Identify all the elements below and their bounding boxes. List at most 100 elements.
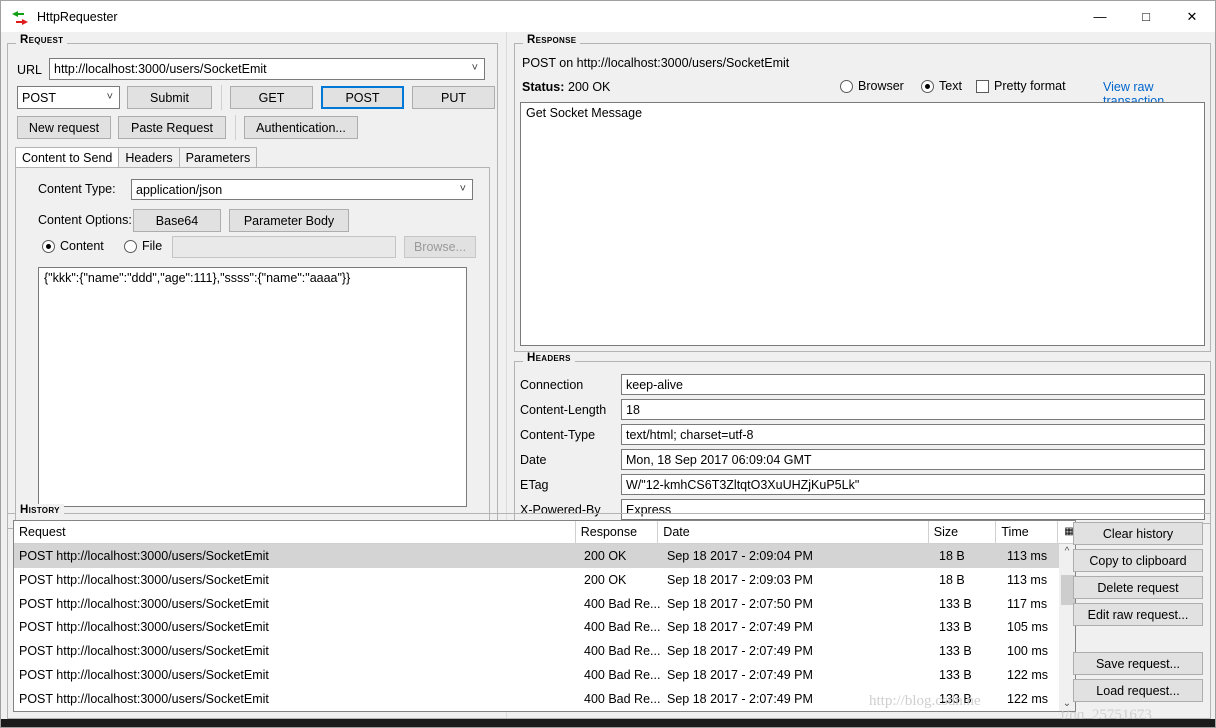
base64-button[interactable]: Base64 (133, 209, 221, 232)
close-button[interactable]: ✕ (1169, 1, 1215, 32)
cell-size: 133 B (939, 596, 972, 611)
tab-parameters[interactable]: Parameters (178, 147, 258, 168)
cell-request: POST http://localhost:3000/users/SocketE… (19, 548, 269, 563)
checkbox-icon (976, 79, 989, 93)
paste-request-button[interactable]: Paste Request (118, 116, 226, 139)
header-value[interactable]: W/"12-kmhCS6T3ZltqtO3XuUHZjKuP5Lk" (621, 474, 1205, 495)
delete-request-button[interactable]: Delete request (1073, 576, 1203, 599)
table-row[interactable]: POST http://localhost:3000/users/SocketE… (14, 639, 1075, 663)
header-value[interactable]: keep-alive (621, 374, 1205, 395)
history-actions: Clear history Copy to clipboard Delete r… (1073, 522, 1203, 702)
get-verb-button[interactable]: GET (230, 86, 313, 109)
header-row: Connection keep-alive (520, 372, 1205, 397)
header-name: ETag (520, 477, 549, 492)
content-type-label: Content Type: (38, 182, 116, 196)
post-verb-button[interactable]: POST (321, 86, 404, 109)
scroll-up-arrow-icon[interactable]: ^ (1065, 544, 1070, 559)
status-label: Status: (522, 80, 565, 94)
cell-date: Sep 18 2017 - 2:07:50 PM (667, 596, 813, 611)
authentication-button[interactable]: Authentication... (244, 116, 358, 139)
cell-time: 113 ms (1007, 548, 1048, 563)
browse-button[interactable]: Browse... (404, 236, 476, 258)
pretty-format-label: Pretty format (994, 79, 1066, 93)
header-value[interactable]: Mon, 18 Sep 2017 06:09:04 GMT (621, 449, 1205, 470)
header-value[interactable]: 18 (621, 399, 1205, 420)
cell-response: 200 OK (584, 548, 627, 563)
text-view-radio[interactable]: Text (921, 79, 962, 93)
submit-button[interactable]: Submit (127, 86, 212, 109)
cell-date: Sep 18 2017 - 2:09:04 PM (667, 548, 813, 563)
file-source-radio[interactable]: File (124, 239, 162, 253)
url-value: http://localhost:3000/users/SocketEmit (54, 62, 267, 76)
response-body-view[interactable]: Get Socket Message (520, 102, 1205, 346)
new-request-button[interactable]: New request (17, 116, 111, 139)
status-value: 200 OK (568, 80, 611, 94)
cell-request: POST http://localhost:3000/users/SocketE… (19, 692, 269, 707)
response-summary: POST on http://localhost:3000/users/Sock… (522, 56, 790, 70)
radio-dot-icon (840, 79, 853, 93)
column-header-size[interactable]: Size (928, 521, 997, 543)
cell-date: Sep 18 2017 - 2:09:03 PM (667, 572, 813, 587)
cell-request: POST http://localhost:3000/users/SocketE… (19, 572, 269, 587)
cell-size: 133 B (939, 620, 972, 635)
column-header-request[interactable]: Request (14, 521, 576, 543)
cell-time: 122 ms (1007, 692, 1048, 707)
cell-size: 133 B (939, 668, 972, 683)
radio-dot-icon (42, 239, 55, 253)
cell-size: 133 B (939, 644, 972, 659)
content-source-radio[interactable]: Content (42, 239, 104, 253)
scroll-down-arrow-icon[interactable]: ⌄ (1063, 696, 1071, 711)
column-header-date[interactable]: Date (658, 521, 929, 543)
cell-response: 400 Bad Re... (584, 692, 661, 707)
bottom-edge (1, 719, 1215, 727)
table-row[interactable]: POST http://localhost:3000/users/SocketE… (14, 663, 1075, 687)
title-bar: HttpRequester — □ ✕ (1, 1, 1215, 32)
content-options-label: Content Options: (38, 213, 132, 227)
browser-view-radio[interactable]: Browser (840, 79, 904, 93)
table-row[interactable]: POST http://localhost:3000/users/SocketE… (14, 616, 1075, 640)
content-to-send-panel: Content Type: application/json ˅ Content… (15, 167, 490, 521)
table-row[interactable]: POST http://localhost:3000/users/SocketE… (14, 687, 1075, 711)
file-path-input[interactable] (172, 236, 396, 258)
parameter-body-button[interactable]: Parameter Body (229, 209, 349, 232)
request-body-textarea[interactable]: {"kkk":{"name":"ddd","age":111},"ssss":{… (38, 267, 467, 507)
app-window: HttpRequester — □ ✕ Request URL http://l… (0, 0, 1216, 728)
header-value[interactable]: text/html; charset=utf-8 (621, 424, 1205, 445)
radio-dot-icon (124, 239, 137, 253)
toolbar-divider (221, 85, 222, 110)
window-title: HttpRequester (37, 9, 118, 24)
method-select[interactable]: POST ˅ (17, 86, 120, 109)
table-row[interactable]: POST http://localhost:3000/users/SocketE… (14, 592, 1075, 616)
tab-headers[interactable]: Headers (118, 147, 180, 168)
edit-raw-request-button[interactable]: Edit raw request... (1073, 603, 1203, 626)
content-type-value: application/json (136, 182, 223, 197)
window-controls: — □ ✕ (1077, 1, 1215, 32)
history-grid[interactable]: Request Response Date Size Time ▦ POST h… (13, 520, 1076, 712)
content-type-select[interactable]: application/json ˅ (131, 179, 473, 200)
table-row[interactable]: POST http://localhost:3000/users/SocketE… (14, 543, 1075, 568)
header-row: Date Mon, 18 Sep 2017 06:09:04 GMT (520, 447, 1205, 472)
maximize-button[interactable]: □ (1123, 1, 1169, 32)
response-groupbox: Response POST on http://localhost:3000/u… (514, 34, 1211, 352)
table-row[interactable]: POST http://localhost:3000/users/SocketE… (14, 568, 1075, 592)
column-header-response[interactable]: Response (575, 521, 659, 543)
header-name: Content-Length (520, 402, 607, 417)
cell-date: Sep 18 2017 - 2:07:49 PM (667, 620, 813, 635)
cell-size: 133 B (939, 692, 972, 707)
put-verb-button[interactable]: PUT (412, 86, 495, 109)
load-request-button[interactable]: Load request... (1073, 679, 1203, 702)
header-name: Content-Type (520, 427, 596, 442)
copy-to-clipboard-button[interactable]: Copy to clipboard (1073, 549, 1203, 572)
app-logo-icon (11, 8, 29, 26)
cell-time: 122 ms (1007, 668, 1048, 683)
history-header-row: Request Response Date Size Time ▦ (14, 521, 1075, 544)
scrollbar-track[interactable] (1060, 559, 1075, 696)
column-header-time[interactable]: Time (996, 521, 1059, 543)
url-input[interactable]: http://localhost:3000/users/SocketEmit ˅ (49, 58, 485, 80)
minimize-button[interactable]: — (1077, 1, 1123, 32)
clear-history-button[interactable]: Clear history (1073, 522, 1203, 545)
cell-response: 400 Bad Re... (584, 620, 661, 635)
save-request-button[interactable]: Save request... (1073, 652, 1203, 675)
pretty-format-checkbox[interactable]: Pretty format (976, 79, 1066, 93)
tab-content-to-send[interactable]: Content to Send (15, 147, 120, 168)
